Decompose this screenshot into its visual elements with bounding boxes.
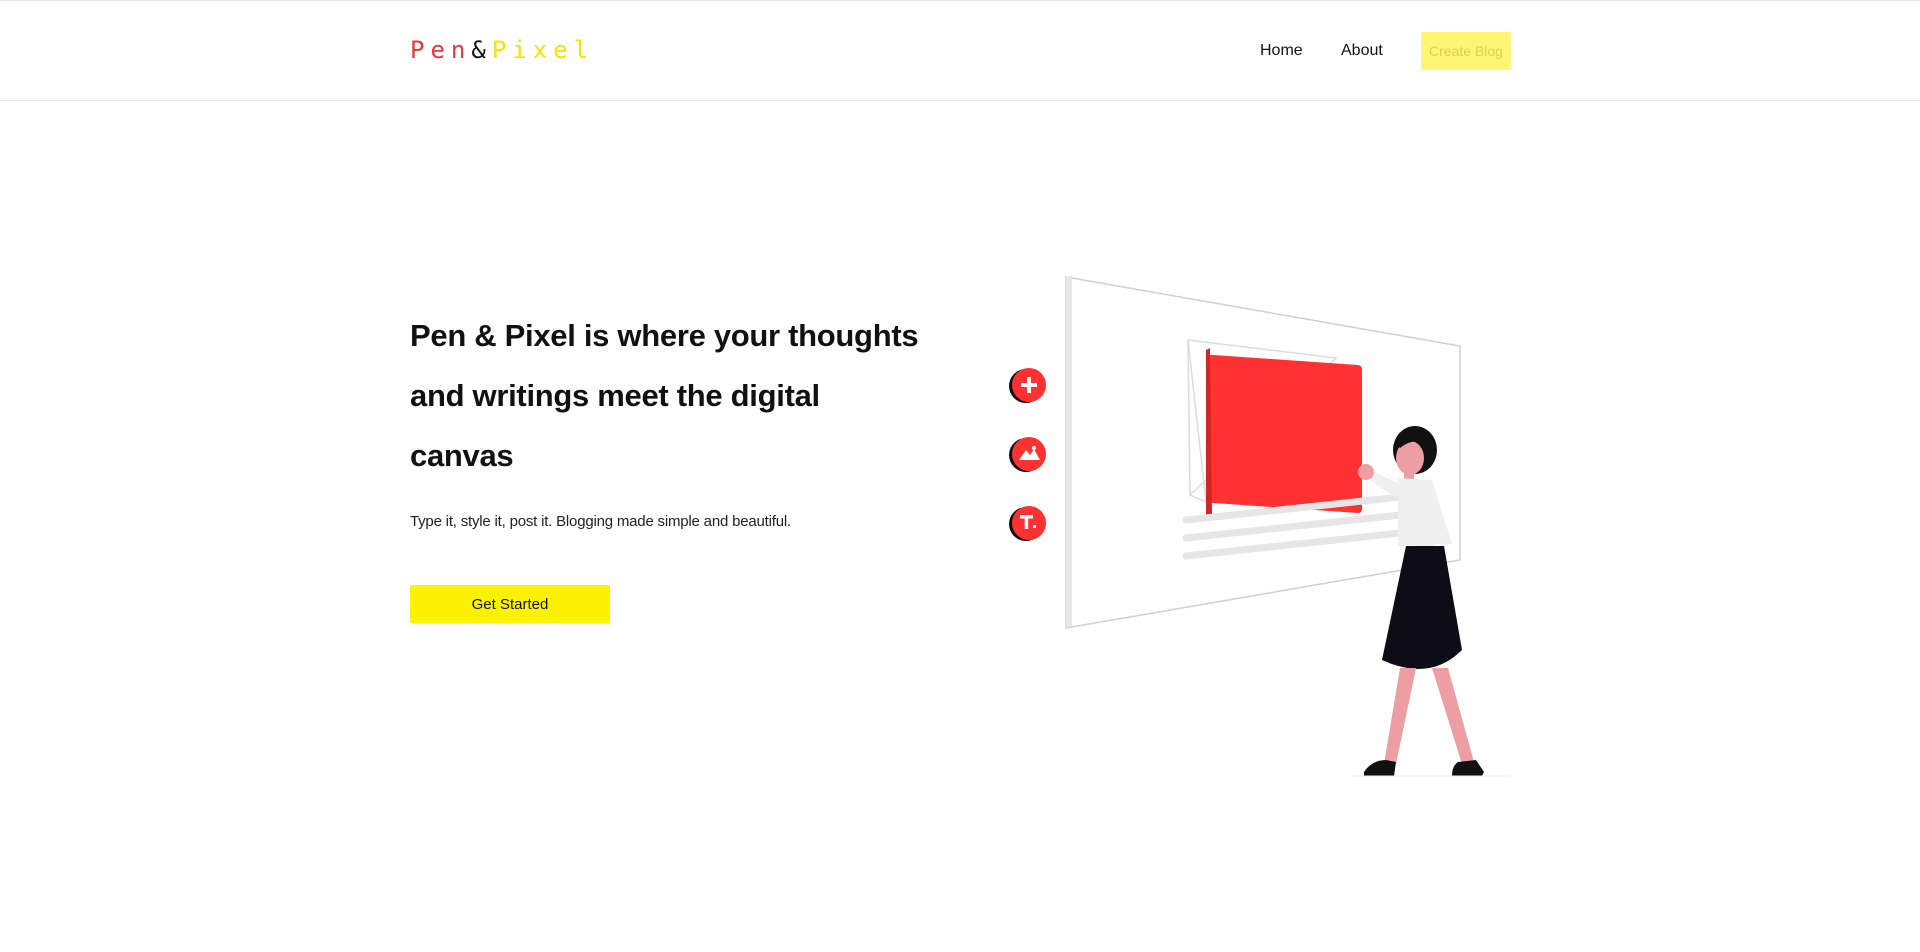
nav-home-link[interactable]: Home — [1260, 42, 1303, 60]
logo[interactable]: Pen&Pixel — [410, 36, 594, 64]
logo-ampersand: & — [471, 36, 492, 64]
hero-subtitle: Type it, style it, post it. Blogging mad… — [410, 513, 791, 530]
plus-icon — [1009, 368, 1046, 403]
logo-pen: Pen — [410, 36, 472, 64]
blogging-illustration — [1009, 275, 1510, 777]
get-started-button[interactable]: Get Started — [410, 585, 610, 623]
text-icon — [1009, 506, 1046, 541]
image-icon — [1009, 437, 1046, 472]
create-blog-button[interactable]: Create Blog — [1421, 32, 1511, 70]
nav-about-link[interactable]: About — [1341, 42, 1383, 60]
hero-title: Pen & Pixel is where your thoughts and w… — [410, 318, 919, 473]
logo-pixel: Pixel — [491, 36, 595, 64]
site-header: Pen&Pixel Home About Create Blog — [0, 1, 1920, 101]
